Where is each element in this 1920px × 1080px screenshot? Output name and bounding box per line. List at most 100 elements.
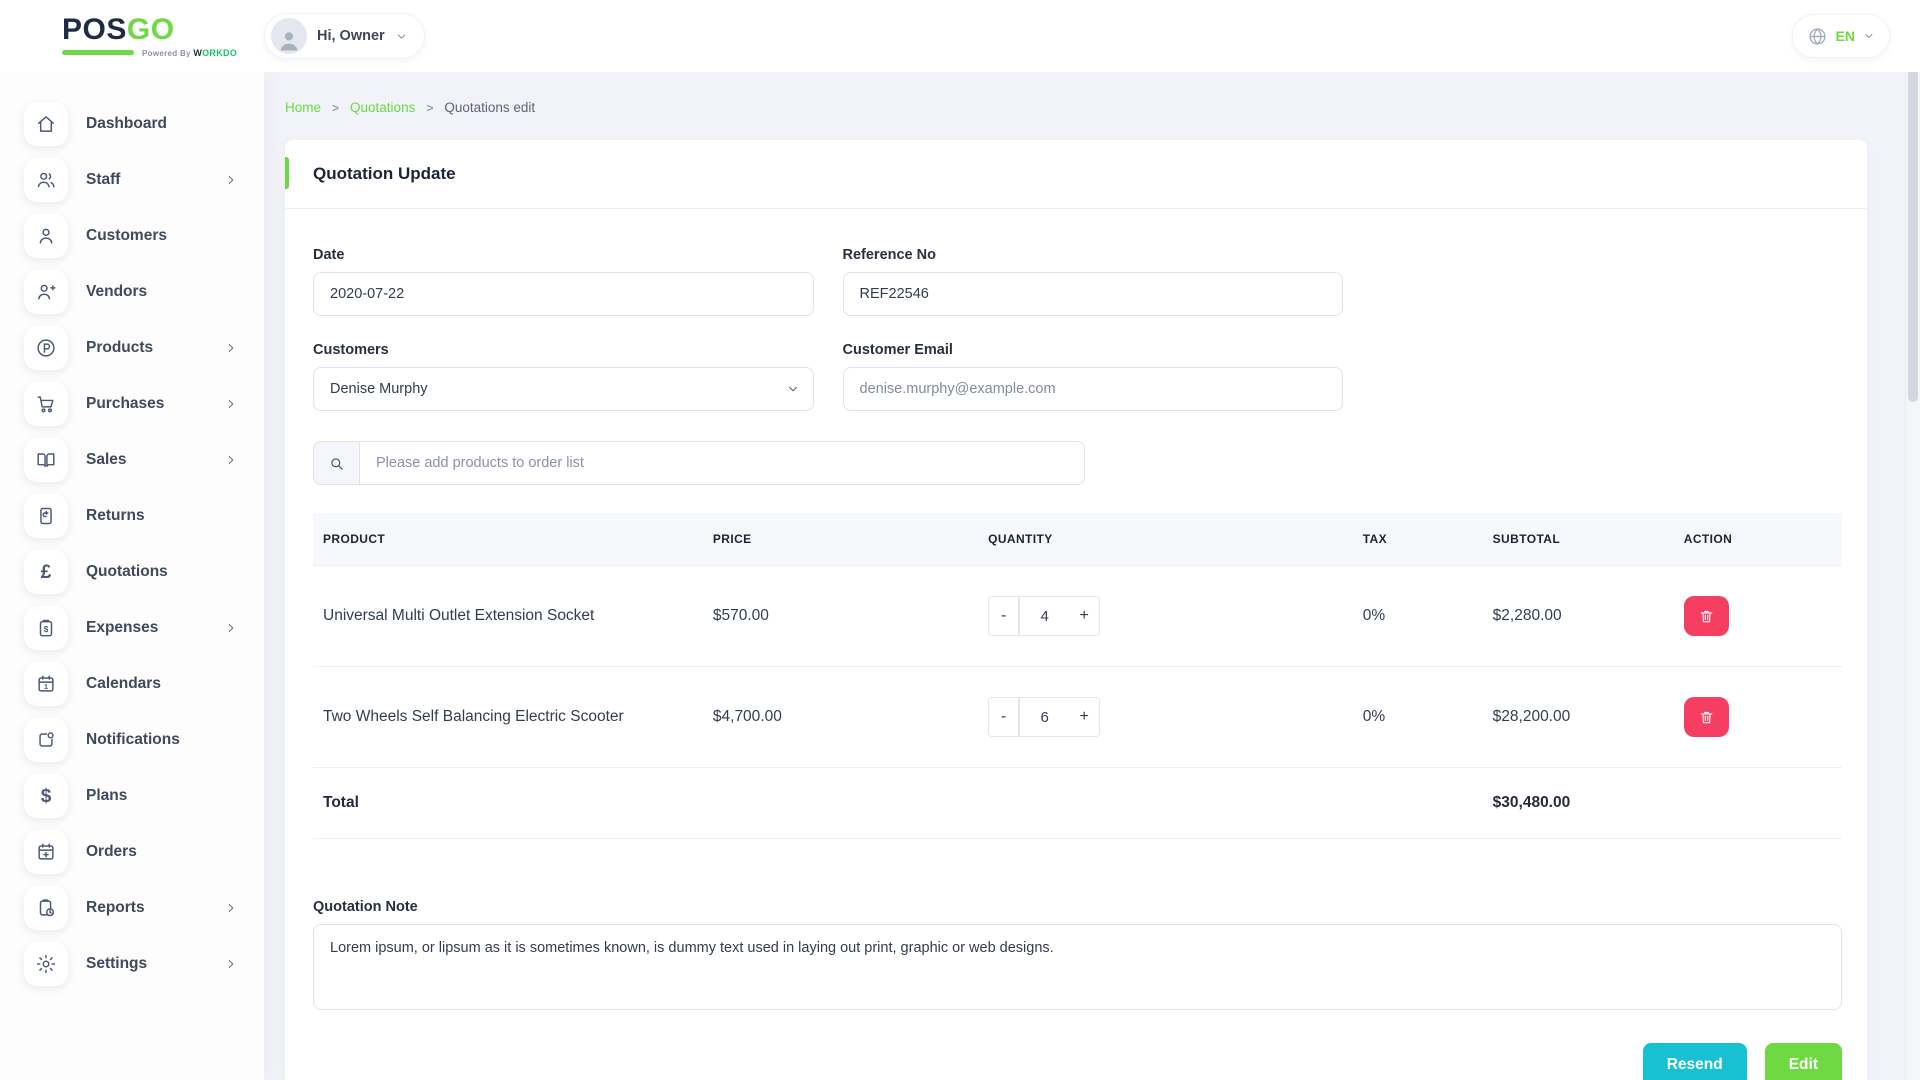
sidebar-item-label: Quotations xyxy=(86,563,238,581)
logo-underline xyxy=(62,50,134,55)
product-price: $570.00 xyxy=(703,566,978,667)
sidebar-item-label: Staff xyxy=(86,171,224,189)
sidebar-item-orders[interactable]: Orders xyxy=(0,824,264,880)
language-selector[interactable]: EN xyxy=(1792,14,1890,58)
pound-icon: £ xyxy=(24,550,68,594)
sidebar-item-label: Settings xyxy=(86,955,224,973)
sidebar: Dashboard Staff Customers Vendors Products Pu… xyxy=(0,72,264,1080)
quotation-note-label: Quotation Note xyxy=(313,899,1842,915)
user-greeting: Hi, Owner xyxy=(317,28,385,44)
customer-email-input[interactable] xyxy=(843,367,1344,411)
quantity-decrease-button[interactable]: - xyxy=(988,697,1019,737)
product-search-input[interactable] xyxy=(359,441,1085,485)
quantity-stepper: -4+ xyxy=(988,596,1100,636)
sidebar-item-label: Notifications xyxy=(86,731,238,749)
product-tax: 0% xyxy=(1353,667,1483,768)
quantity-decrease-button[interactable]: - xyxy=(988,596,1019,636)
quotation-update-card: Quotation Update Date Reference No Custo… xyxy=(285,140,1867,1080)
sidebar-item-purchases[interactable]: Purchases xyxy=(0,376,264,432)
delete-row-button[interactable] xyxy=(1684,697,1729,737)
customers-select[interactable]: Denise Murphy xyxy=(313,367,814,411)
quotation-note-block: Quotation Note Lorem ipsum, or lipsum as… xyxy=(313,899,1842,1015)
sidebar-item-dashboard[interactable]: Dashboard xyxy=(0,96,264,152)
customer-email-label: Customer Email xyxy=(843,342,1344,358)
users-icon xyxy=(24,158,68,202)
delete-row-button[interactable] xyxy=(1684,596,1729,636)
sidebar-item-reports[interactable]: Reports xyxy=(0,880,264,936)
user-plus-icon xyxy=(24,270,68,314)
svg-text:1: 1 xyxy=(44,682,48,691)
product-name: Two Wheels Self Balancing Electric Scoot… xyxy=(313,667,703,768)
sidebar-item-vendors[interactable]: Vendors xyxy=(0,264,264,320)
sidebar-item-calendars[interactable]: 1 Calendars xyxy=(0,656,264,712)
cart-icon xyxy=(24,382,68,426)
date-input[interactable] xyxy=(313,272,814,316)
date-label: Date xyxy=(313,247,814,263)
sidebar-item-returns[interactable]: Returns xyxy=(0,488,264,544)
clipboard-clock-icon xyxy=(24,886,68,930)
table-row: Universal Multi Outlet Extension Socket$… xyxy=(313,566,1842,667)
chevron-down-icon xyxy=(1863,30,1875,42)
resend-button[interactable]: Resend xyxy=(1643,1043,1747,1080)
breadcrumb-home[interactable]: Home xyxy=(285,100,321,115)
chevron-right-icon xyxy=(224,621,238,635)
notification-icon xyxy=(24,718,68,762)
chevron-right-icon xyxy=(224,901,238,915)
quantity-increase-button[interactable]: + xyxy=(1069,697,1100,737)
language-code: EN xyxy=(1836,28,1855,44)
home-icon xyxy=(24,102,68,146)
sidebar-item-settings[interactable]: Settings xyxy=(0,936,264,992)
dollar-icon: $ xyxy=(24,774,68,818)
sidebar-item-customers[interactable]: Customers xyxy=(0,208,264,264)
table-row: Two Wheels Self Balancing Electric Scoot… xyxy=(313,667,1842,768)
date-field-group: Date xyxy=(313,247,814,316)
clipboard-dollar-icon: $ xyxy=(24,606,68,650)
sidebar-item-notifications[interactable]: Notifications xyxy=(0,712,264,768)
reference-input[interactable] xyxy=(843,272,1344,316)
user-icon xyxy=(24,214,68,258)
sidebar-item-sales[interactable]: Sales xyxy=(0,432,264,488)
calendar-plus-icon xyxy=(24,830,68,874)
total-value: $30,480.00 xyxy=(1483,768,1674,839)
column-header: TAX xyxy=(1353,513,1483,566)
brand-logo[interactable]: POSGO Powered By WORKDO xyxy=(0,15,264,58)
reference-field-group: Reference No xyxy=(843,247,1344,316)
card-accent-bar xyxy=(285,157,289,189)
sidebar-item-quotations[interactable]: £ Quotations xyxy=(0,544,264,600)
user-menu[interactable]: Hi, Owner xyxy=(264,13,425,59)
chevron-right-icon xyxy=(224,173,238,187)
sidebar-item-label: Vendors xyxy=(86,283,238,301)
breadcrumb-current: Quotations edit xyxy=(444,100,535,115)
breadcrumb-separator: > xyxy=(426,101,433,115)
sidebar-item-products[interactable]: Products xyxy=(0,320,264,376)
product-subtotal: $2,280.00 xyxy=(1483,566,1674,667)
product-tax: 0% xyxy=(1353,566,1483,667)
card-body: Date Reference No Customers Denise Murph… xyxy=(285,209,1867,1080)
quotation-note-input[interactable]: Lorem ipsum, or lipsum as it is sometime… xyxy=(313,924,1842,1010)
page-scrollbar[interactable] xyxy=(1905,0,1920,1080)
sidebar-item-label: Products xyxy=(86,339,224,357)
quantity-increase-button[interactable]: + xyxy=(1069,596,1100,636)
sidebar-item-staff[interactable]: Staff xyxy=(0,152,264,208)
quantity-value: 6 xyxy=(1019,697,1069,737)
column-header: PRICE xyxy=(703,513,978,566)
card-header: Quotation Update xyxy=(285,140,1867,209)
customers-label: Customers xyxy=(313,342,814,358)
column-header: ACTION xyxy=(1674,513,1842,566)
sidebar-item-plans[interactable]: $Plans xyxy=(0,768,264,824)
sidebar-item-label: Sales xyxy=(86,451,224,469)
edit-button[interactable]: Edit xyxy=(1765,1043,1842,1080)
receipt-return-icon xyxy=(24,494,68,538)
sidebar-item-label: Expenses xyxy=(86,619,224,637)
user-avatar xyxy=(271,18,307,54)
trash-icon xyxy=(1698,608,1715,625)
main-content: Home > Quotations > Quotations edit Quot… xyxy=(264,72,1920,1080)
quantity-value: 4 xyxy=(1019,596,1069,636)
sidebar-item-expenses[interactable]: $ Expenses xyxy=(0,600,264,656)
quantity-stepper: -6+ xyxy=(988,697,1100,737)
breadcrumb-separator: > xyxy=(332,101,339,115)
sidebar-item-label: Calendars xyxy=(86,675,238,693)
breadcrumb-quotations[interactable]: Quotations xyxy=(350,100,415,115)
book-open-icon xyxy=(24,438,68,482)
product-name: Universal Multi Outlet Extension Socket xyxy=(313,566,703,667)
